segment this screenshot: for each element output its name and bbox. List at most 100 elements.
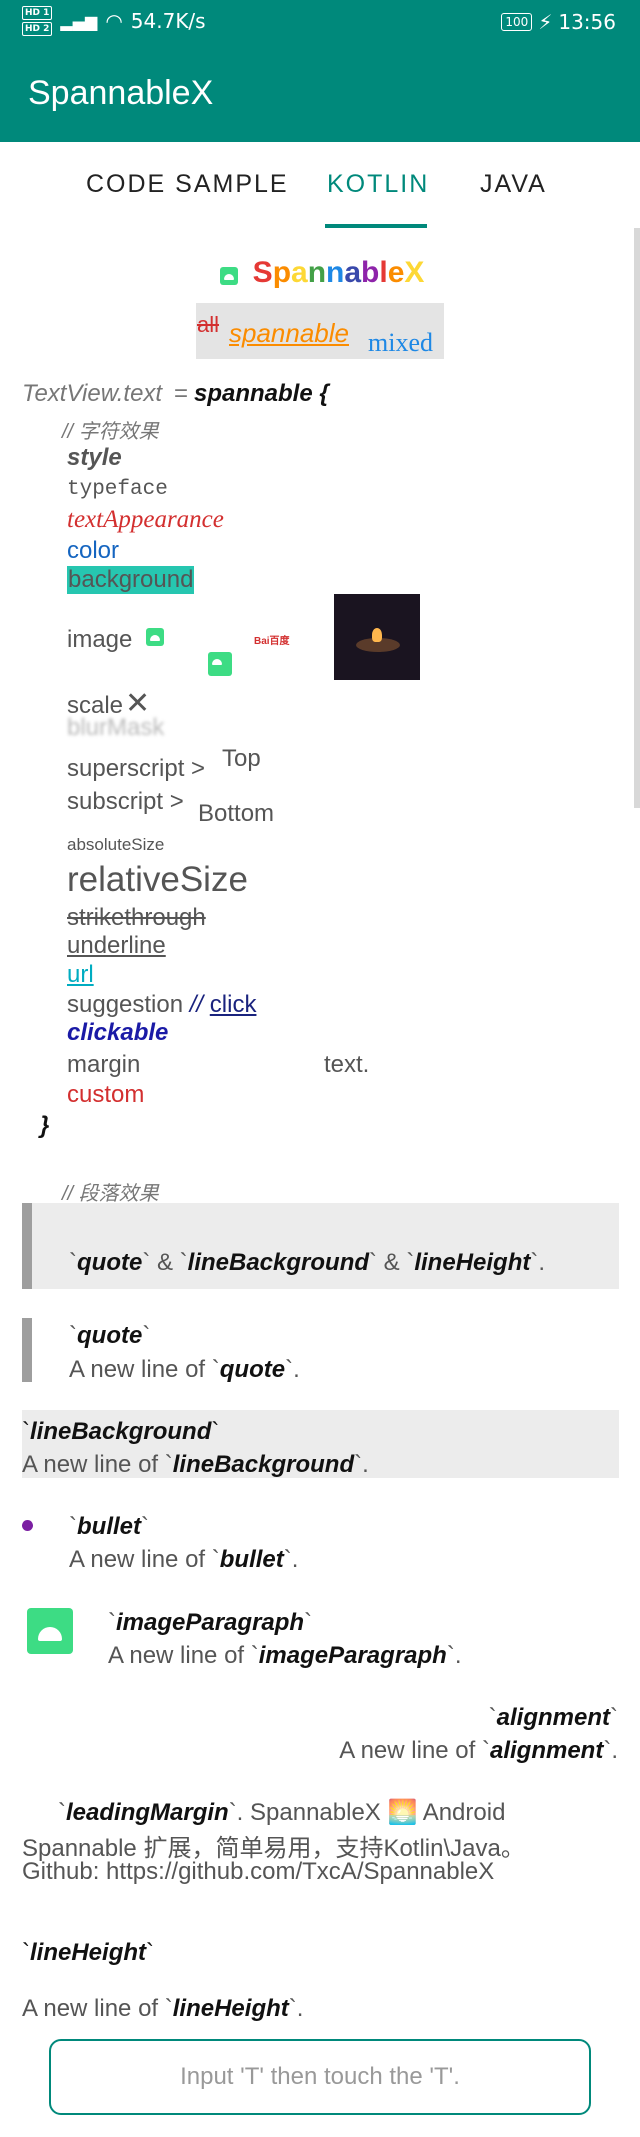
kw: alignment xyxy=(489,1737,604,1764)
kw: imageParagraph xyxy=(258,1642,447,1669)
android-icon xyxy=(220,266,238,285)
span-clickable[interactable]: clickable xyxy=(67,1019,168,1047)
imgPara-line: A new line of `imageParagraph`. xyxy=(108,1642,462,1670)
txt: `. xyxy=(283,1546,299,1573)
leading-line-3: Github: https://github.com/TxcA/Spannabl… xyxy=(22,1858,495,1885)
txt: A new line of ` xyxy=(22,1995,173,2022)
lineBg-title: `lineBackground` xyxy=(22,1418,219,1446)
align-title: `alignment` xyxy=(489,1704,618,1732)
sep: ` & ` xyxy=(142,1249,188,1276)
quote-bar-2 xyxy=(22,1318,32,1382)
txt: `. xyxy=(285,1356,300,1383)
tick: ` xyxy=(488,1704,497,1731)
span-url[interactable]: url xyxy=(67,961,94,989)
hd2-badge: HD 2 xyxy=(22,22,53,36)
superscript-top: Top xyxy=(222,745,261,772)
kw: leadingMargin xyxy=(66,1799,229,1826)
kw: lineBackground xyxy=(30,1418,212,1445)
span-typeface: typeface xyxy=(67,478,168,501)
close-brace: } xyxy=(40,1112,50,1139)
lineBg-line: A new line of `lineBackground`. xyxy=(22,1451,369,1479)
kw: alignment xyxy=(496,1704,610,1731)
tick: ` xyxy=(69,1322,77,1349)
logo-letter: n xyxy=(307,256,327,289)
text-input[interactable]: Input 'T' then touch the 'T'. xyxy=(49,2039,591,2115)
bullet-line: A new line of `bullet`. xyxy=(69,1546,298,1574)
sep2: ` & ` xyxy=(369,1249,415,1276)
suggestion-comment: // xyxy=(189,991,204,1018)
span-blurMask: blurMask xyxy=(67,714,165,741)
tick: ` xyxy=(141,1513,149,1540)
tick: ` xyxy=(22,1939,30,1966)
tab-indicator xyxy=(325,224,427,228)
tick: ` xyxy=(69,1513,77,1540)
txt: A new line of ` xyxy=(108,1642,259,1669)
kw-lineHeight: lineHeight xyxy=(414,1249,531,1276)
android-icon-small xyxy=(146,628,164,646)
subscript-bottom: Bottom xyxy=(198,800,275,827)
logo-letter: a xyxy=(291,256,308,289)
signal-icon: ▂▄▆ xyxy=(60,11,98,31)
logo-letter: b xyxy=(361,256,380,289)
suggestion-click-link[interactable]: click xyxy=(210,991,257,1018)
kw-quote: quote xyxy=(77,1249,143,1276)
tab-java[interactable]: JAVA xyxy=(480,170,547,199)
quote-block-line: `quote` & `lineBackground` & `lineHeight… xyxy=(69,1249,545,1277)
android-app-icon xyxy=(27,1608,73,1654)
logo-letter: e xyxy=(387,256,405,289)
span-relativeSize: relativeSize xyxy=(67,860,248,899)
bullet-dot xyxy=(22,1520,33,1531)
tick: ` xyxy=(69,1249,77,1276)
logo-letter: X xyxy=(404,256,425,289)
battery-icon: 100 xyxy=(501,13,533,31)
scrollbar[interactable] xyxy=(634,228,640,808)
code-eq: = xyxy=(174,380,189,407)
span-suggestion-row: suggestion // click xyxy=(67,991,256,1019)
header-logo-row: SpannableX xyxy=(220,256,424,290)
network-speed: 54.7K/s xyxy=(130,9,206,33)
comment-char: // 字符效果 xyxy=(62,421,159,443)
align-line: A new line of `alignment`. xyxy=(339,1737,618,1765)
tab-code-sample[interactable]: CODE SAMPLE xyxy=(86,170,289,199)
campfire-image xyxy=(334,594,420,680)
tick: ` xyxy=(22,1418,30,1445)
logo-letter: l xyxy=(379,256,388,289)
code-prefix: TextView.text xyxy=(22,380,163,407)
span-strikethrough: strikethrough xyxy=(67,904,206,931)
kw: bullet xyxy=(77,1513,141,1540)
span-color: color xyxy=(67,537,120,564)
tick: ` xyxy=(108,1609,116,1636)
tab-kotlin[interactable]: KOTLIN xyxy=(327,170,429,199)
logo-letter: a xyxy=(344,256,362,289)
span-underline: underline xyxy=(67,932,166,959)
status-bar: HD 1 HD 2 ▂▄▆ ◠ 54.7K/s 100 ⚡ 13:56 xyxy=(0,0,640,46)
txt: `. xyxy=(288,1995,304,2022)
span-textAppearance: textAppearance xyxy=(67,506,224,533)
span-subscript: subscript > xyxy=(67,788,184,815)
input-placeholder: Input 'T' then touch the 'T'. xyxy=(180,2063,460,2090)
kw: quote xyxy=(77,1322,143,1349)
margin-text: text. xyxy=(324,1051,370,1078)
code-fn: spannable { xyxy=(194,380,329,407)
quote-title: `quote` xyxy=(69,1322,150,1350)
kw: lineBackground xyxy=(172,1451,355,1478)
span-absoluteSize: absoluteSize xyxy=(67,835,165,854)
txt: `. SpannableX xyxy=(228,1799,381,1826)
app-bar: SpannableX xyxy=(0,46,640,142)
imgPara-title: `imageParagraph` xyxy=(108,1609,312,1637)
lineHeight-line: A new line of `lineHeight`. xyxy=(22,1995,303,2023)
kw: lineHeight xyxy=(30,1939,147,1966)
logo-letter: n xyxy=(326,256,345,289)
header-logo: SpannableX xyxy=(253,256,425,289)
kw: bullet xyxy=(219,1546,284,1573)
lineHeight-title: `lineHeight` xyxy=(22,1939,154,1967)
leading-line-1: `leadingMargin`. SpannableX 🌅 Android xyxy=(58,1798,505,1827)
tick: ` xyxy=(304,1609,313,1636)
mixed-spannable: spannable xyxy=(229,318,349,348)
baidu-logo: Bai百度 xyxy=(254,636,290,647)
bullet-title: `bullet` xyxy=(69,1513,149,1541)
kw: imageParagraph xyxy=(116,1609,305,1636)
app-title: SpannableX xyxy=(28,74,214,112)
tick: ` xyxy=(146,1939,155,1966)
hd1-badge: HD 1 xyxy=(22,6,53,20)
